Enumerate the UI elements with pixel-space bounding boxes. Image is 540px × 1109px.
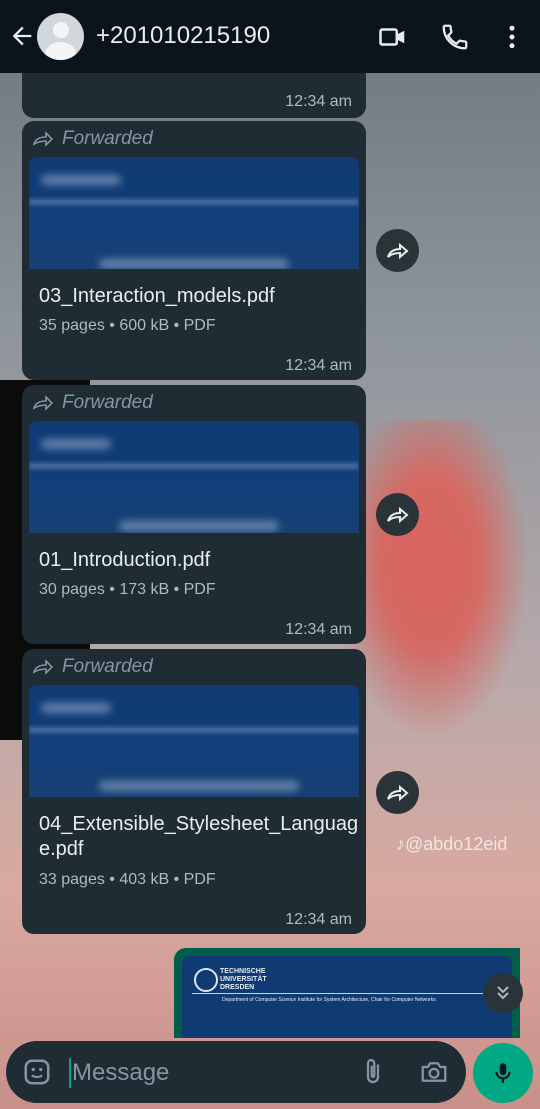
document-meta: 35 pages • 600 kB • PDF [39,317,216,334]
forward-icon [32,131,54,147]
share-button[interactable] [376,229,419,272]
document-filename: 04_Extensible_Stylesheet_Language.pdf [39,813,359,860]
message-time: 12:34 am [285,93,352,110]
share-icon [386,242,409,259]
video-call-icon[interactable] [378,22,408,52]
document-message[interactable]: Forwarded 03_Interaction_models.pdf 35 p… [22,121,366,380]
chat-header: +201010215190 [0,0,540,73]
avatar[interactable] [37,13,84,60]
camera-icon[interactable] [418,1057,450,1087]
share-button[interactable] [376,771,419,814]
document-thumbnail[interactable] [29,421,359,533]
outgoing-document-message[interactable]: TECHNISCHE UNIVERSITÄT DRESDEN Departmen… [174,948,520,1038]
message-composer [6,1041,466,1103]
document-message[interactable]: Forwarded 04_Extensible_Stylesheet_Langu… [22,649,366,934]
share-icon [386,784,409,801]
forwarded-label: Forwarded [32,656,153,678]
contact-name[interactable]: +201010215190 [96,22,270,50]
forwarded-label: Forwarded [32,392,153,414]
document-message[interactable]: Forwarded 01_Introduction.pdf 30 pages •… [22,385,366,644]
document-meta: 33 pages • 403 kB • PDF [39,871,216,888]
forwarded-label: Forwarded [32,128,153,150]
message-time: 12:34 am [285,621,352,638]
mic-icon [495,1063,511,1083]
scroll-to-bottom-button[interactable] [483,973,523,1013]
message-bubble[interactable]: 12:34 am [22,73,366,118]
tud-logo [194,968,218,992]
document-filename: 01_Introduction.pdf [39,549,211,571]
chevron-double-down-icon [497,986,509,1000]
document-thumbnail[interactable] [29,157,359,269]
forward-icon [32,395,54,411]
document-filename: 03_Interaction_models.pdf [39,285,275,307]
forward-icon [32,659,54,675]
message-time: 12:34 am [285,357,352,374]
document-meta: 30 pages • 173 kB • PDF [39,581,216,598]
document-thumbnail[interactable]: TECHNISCHE UNIVERSITÄT DRESDEN Departmen… [182,956,512,1038]
message-time: 12:34 am [285,911,352,928]
emoji-icon[interactable] [22,1057,52,1087]
document-thumbnail[interactable] [29,685,359,797]
phone-icon[interactable] [440,22,470,52]
share-icon [386,506,409,523]
share-button[interactable] [376,493,419,536]
more-options-icon[interactable] [497,22,527,52]
message-input[interactable] [70,1051,334,1095]
tiktok-watermark: ♪@abdo12eid [396,834,508,854]
attach-icon[interactable] [358,1057,388,1087]
voice-record-button[interactable] [473,1043,533,1103]
back-arrow-icon[interactable] [8,22,36,50]
